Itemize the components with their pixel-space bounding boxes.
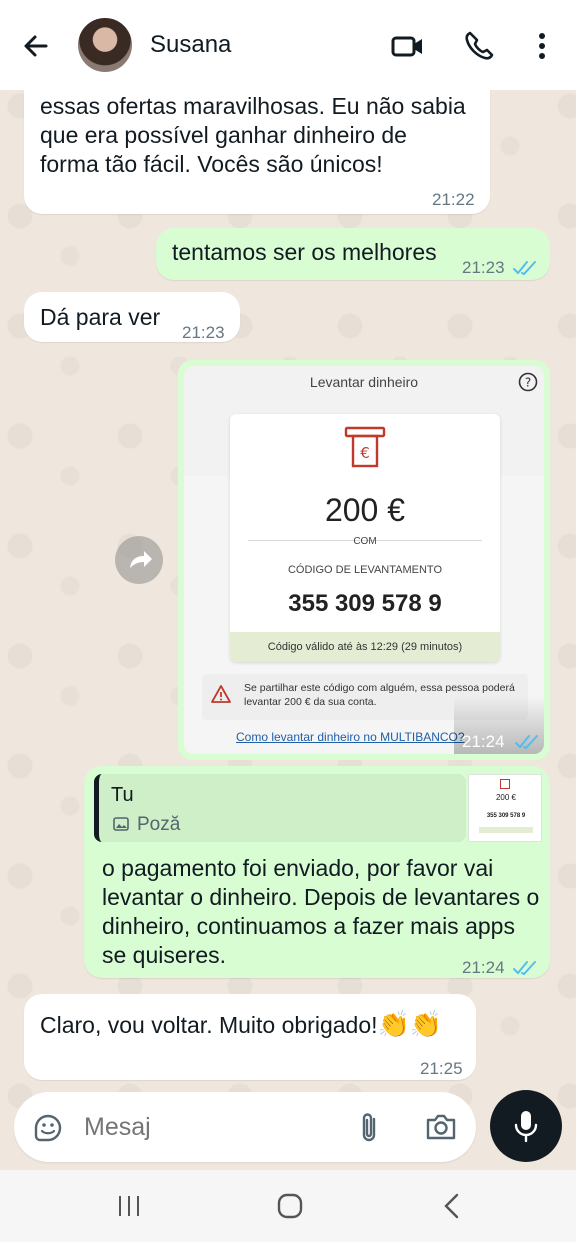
message-outgoing[interactable]: tentamos ser os melhores 21:23: [156, 228, 550, 280]
message-time: 21:22: [432, 190, 475, 209]
message-incoming[interactable]: Claro, vou voltar. Muito obrigado!👏👏 21:…: [24, 994, 476, 1080]
message-time: 21:24: [462, 732, 505, 751]
message-time: 21:23: [182, 323, 225, 342]
message-time: 21:25: [420, 1059, 463, 1078]
atm-icon: €: [344, 426, 386, 475]
contact-name[interactable]: Susana: [150, 31, 231, 59]
read-ticks-icon: [514, 734, 542, 750]
message-compose-bar: [14, 1092, 476, 1162]
withdrawal-code: 355 309 578 9: [288, 590, 442, 617]
clapping-emoji: 👏👏: [377, 1009, 443, 1039]
back-arrow-icon[interactable]: [18, 28, 54, 64]
svg-text:€: €: [360, 444, 370, 462]
system-navigation-bar: [0, 1170, 576, 1242]
thumb-amount: 200 €: [495, 793, 517, 802]
amount-subtitle: COM: [353, 536, 377, 547]
more-vert-icon[interactable]: [524, 28, 560, 64]
withdrawal-card: € 200 € COM CÓDIGO DE LEVANTAMENTO 355 3…: [230, 414, 500, 662]
help-icon: ?: [518, 372, 538, 397]
reply-quote[interactable]: Tu Poză: [94, 774, 466, 842]
code-label: CÓDIGO DE LEVANTAMENTO: [287, 564, 443, 576]
screenshot-title: Levantar dinheiro: [309, 374, 419, 390]
multibanco-link[interactable]: Como levantar dinheiro no MULTIBANCO?: [236, 730, 465, 744]
home-icon[interactable]: [276, 1192, 304, 1225]
chat-header: Susana: [0, 0, 576, 90]
recents-icon[interactable]: [116, 1194, 142, 1223]
sticker-icon[interactable]: [32, 1112, 64, 1149]
withdrawal-amount: 200 €: [324, 492, 406, 528]
read-ticks-icon: [512, 954, 540, 976]
back-nav-icon[interactable]: [440, 1192, 464, 1225]
atm-icon: [500, 779, 510, 789]
message-text: essas ofertas maravilhosas. Eu não sabia…: [40, 93, 466, 177]
reply-media-label: Poză: [137, 814, 181, 835]
message-incoming[interactable]: essas ofertas maravilhosas. Eu não sabia…: [24, 76, 490, 214]
mic-icon: [510, 1108, 542, 1149]
phone-icon[interactable]: [462, 28, 498, 64]
mic-button[interactable]: [490, 1090, 562, 1162]
message-text: tentamos ser os melhores: [172, 239, 437, 265]
validity-strip: Código válido até às 12:29 (29 minutos): [230, 632, 500, 662]
warning-icon: [210, 684, 232, 709]
message-text: Dá para ver: [40, 304, 161, 330]
image-icon: [113, 816, 129, 837]
message-incoming[interactable]: Dá para ver 21:23: [24, 292, 240, 342]
video-call-icon[interactable]: [390, 28, 426, 64]
message-input[interactable]: [84, 1110, 344, 1144]
reply-thumbnail: 200 € 355 309 578 9: [468, 774, 542, 842]
message-time: 21:23: [462, 258, 505, 277]
svg-text:?: ?: [525, 376, 531, 390]
read-ticks-icon: [512, 254, 540, 276]
shared-screenshot-image[interactable]: Levantar dinheiro ? € 200 € COM CÓDIGO D…: [184, 366, 544, 754]
avatar[interactable]: [78, 18, 132, 72]
message-time: 21:24: [462, 958, 505, 977]
reply-author: Tu: [111, 784, 134, 806]
attach-icon[interactable]: [354, 1111, 386, 1150]
forward-icon[interactable]: [115, 536, 163, 584]
image-message[interactable]: Levantar dinheiro ? € 200 € COM CÓDIGO D…: [178, 360, 550, 760]
message-text: Claro, vou voltar. Muito obrigado!👏👏: [40, 1009, 443, 1039]
camera-icon[interactable]: [424, 1111, 458, 1148]
thumb-code: 355 309 578 9: [486, 813, 526, 819]
